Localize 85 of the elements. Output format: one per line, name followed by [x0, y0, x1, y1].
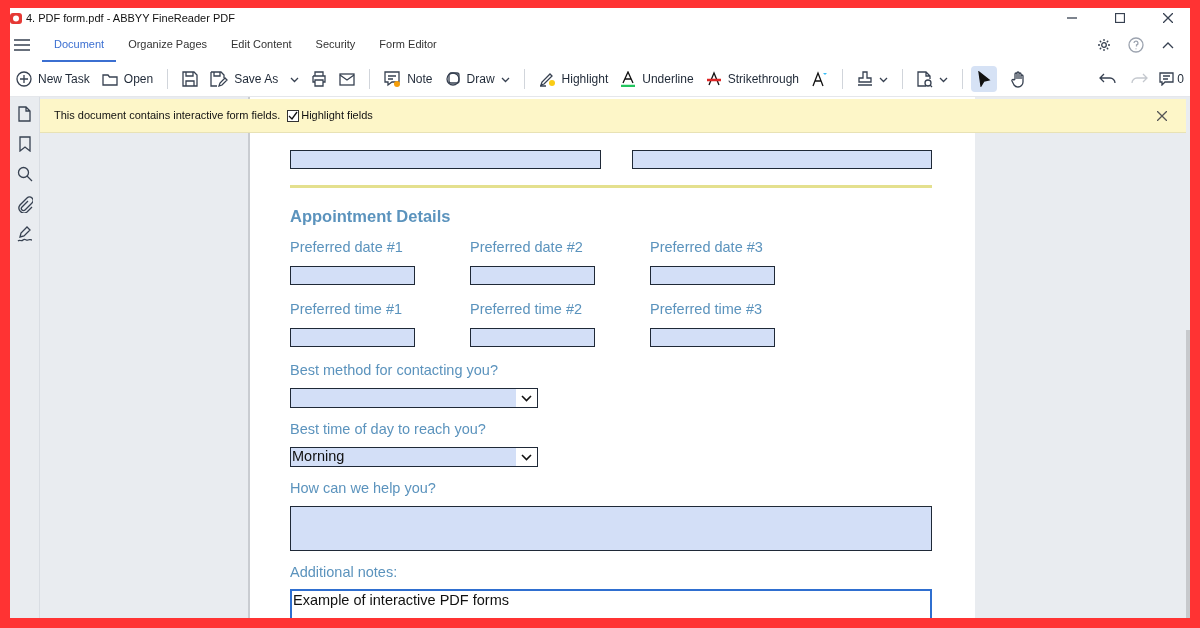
- checkmark-icon: [288, 111, 299, 120]
- document-search-icon: [917, 70, 933, 88]
- signature-pen-icon: [16, 226, 33, 242]
- text-area[interactable]: Example of interactive PDF forms: [290, 589, 932, 618]
- ribbon-tab[interactable]: Security: [303, 28, 368, 62]
- pointer-icon: [976, 71, 992, 87]
- bookmark-icon: [18, 136, 31, 152]
- field-label: How can we help you?: [290, 479, 437, 498]
- new-task-button[interactable]: New Task: [10, 65, 96, 93]
- paperclip-icon: [16, 195, 33, 213]
- text-area[interactable]: [290, 506, 932, 551]
- text-field[interactable]: [290, 150, 601, 169]
- field-label: Preferred date #2: [470, 238, 584, 257]
- chevron-up-icon: [1162, 41, 1174, 49]
- search-icon: [16, 166, 33, 182]
- field-label: Best time of day to reach you?: [290, 420, 487, 439]
- note-button[interactable]: Note: [378, 65, 439, 93]
- search-button[interactable]: [15, 165, 34, 183]
- chevron-down-icon: [521, 453, 532, 461]
- ribbon-tab[interactable]: Form Editor: [367, 28, 449, 62]
- field-label: Preferred date #3: [650, 238, 764, 257]
- highlighter-icon: [538, 71, 556, 87]
- highlight-fields-checkbox[interactable]: Highlight fields: [287, 107, 373, 124]
- underline-button[interactable]: Underline: [614, 65, 700, 93]
- hand-icon: [1010, 70, 1026, 88]
- draw-button[interactable]: Draw: [438, 65, 516, 93]
- ribbon-tab[interactable]: Document: [42, 28, 117, 62]
- page-icon: [18, 106, 31, 122]
- menu-icon: [14, 39, 30, 51]
- close-icon: [1157, 110, 1167, 121]
- help-icon: [1128, 37, 1144, 53]
- ribbon-tab[interactable]: Organize Pages: [116, 28, 220, 62]
- envelope-icon: [339, 71, 356, 87]
- checkbox[interactable]: [287, 109, 300, 122]
- close-icon: [1163, 13, 1173, 23]
- undo-icon: [1098, 73, 1116, 85]
- chevron-down-icon: [521, 394, 532, 402]
- signatures-button[interactable]: [15, 225, 34, 243]
- highlight-button[interactable]: Highlight: [532, 65, 615, 93]
- section-heading: Appointment Details: [290, 206, 452, 226]
- attachments-button[interactable]: [15, 195, 34, 213]
- ribbon-tab[interactable]: Edit Content: [219, 28, 304, 62]
- folder-icon: [101, 71, 118, 87]
- chevron-down-icon: [879, 75, 888, 83]
- printer-icon: [311, 71, 328, 87]
- chevron-down-icon: [500, 75, 510, 83]
- text-field[interactable]: [290, 327, 415, 347]
- save-as-icon: [210, 71, 229, 87]
- field-label: Preferred time #1: [290, 299, 404, 319]
- redo-icon: [1130, 73, 1148, 85]
- save-as-button[interactable]: Save As: [204, 65, 306, 93]
- comment-icon: [1159, 72, 1175, 86]
- pointer-tool-button[interactable]: [971, 66, 997, 92]
- text-field[interactable]: [632, 150, 932, 169]
- scrollbar-thumb[interactable]: [1186, 330, 1190, 618]
- note-icon: [384, 70, 402, 88]
- text-field[interactable]: [470, 266, 595, 285]
- field-label: Preferred time #2: [470, 299, 584, 319]
- open-button[interactable]: Open: [95, 65, 160, 93]
- maximize-icon: [1115, 13, 1125, 23]
- chevron-down-icon: [939, 75, 948, 83]
- field-label: Additional notes:: [290, 563, 399, 582]
- text-field[interactable]: [650, 266, 775, 285]
- banner-message: This document contains interactive form fields.: [54, 108, 281, 124]
- settings-icon: [1097, 38, 1111, 52]
- pages-button[interactable]: [15, 105, 34, 123]
- stamp-icon: [857, 71, 873, 87]
- text-field[interactable]: [290, 266, 415, 285]
- strikethrough-button[interactable]: Strikethrough: [699, 65, 805, 93]
- dropdown-field[interactable]: Morning: [290, 447, 538, 467]
- shapes-icon: [444, 71, 461, 87]
- comments-button[interactable]: 0: [1159, 70, 1184, 88]
- dropdown-field[interactable]: [290, 388, 538, 408]
- field-label: Preferred time #3: [650, 299, 764, 319]
- text-field[interactable]: [470, 327, 595, 347]
- field-label: Preferred date #1: [290, 238, 404, 257]
- field-label: Best method for contacting you?: [290, 361, 499, 380]
- text-style-icon: [811, 71, 828, 87]
- window-title: 4. PDF form.pdf - ABBYY FineReader PDF: [26, 10, 235, 26]
- save-icon: [182, 71, 199, 87]
- plus-circle-icon: [16, 71, 32, 87]
- underline-icon: [620, 71, 637, 87]
- strikethrough-icon: [705, 71, 722, 87]
- chevron-down-icon: [290, 75, 300, 83]
- text-field[interactable]: [650, 327, 775, 347]
